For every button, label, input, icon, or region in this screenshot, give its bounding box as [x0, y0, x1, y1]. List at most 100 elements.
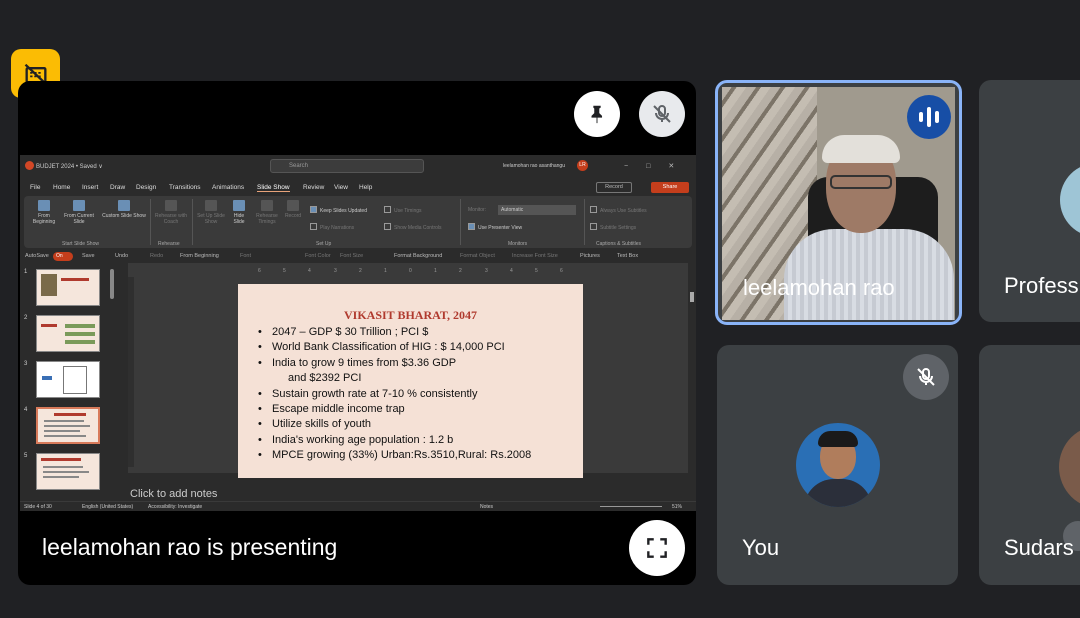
fullscreen-button[interactable] — [629, 520, 685, 576]
use-timings-checkbox[interactable]: Use Timings — [384, 206, 422, 214]
thumb-title — [41, 324, 57, 327]
accessibility-status[interactable]: Accessibility: Investigate — [148, 504, 202, 510]
font-color-button[interactable]: Font Color — [305, 253, 331, 259]
font-size-dropdown[interactable]: Font Size — [340, 253, 363, 259]
ppt-user-avatar[interactable]: LR — [577, 160, 588, 171]
participant-avatar — [1059, 425, 1080, 509]
slide-thumbnail[interactable] — [36, 361, 100, 398]
menu-animations[interactable]: Animations — [212, 184, 244, 191]
from-current-slide-button[interactable]: From Current Slide — [62, 200, 96, 225]
ppt-user-name: leelamohan rao asanthangu — [503, 163, 565, 169]
menu-slide-show[interactable]: Slide Show — [257, 184, 290, 192]
menu-view[interactable]: View — [334, 184, 348, 191]
horizontal-ruler: 6 5 4 3 2 1 0 1 2 3 4 5 6 — [138, 268, 694, 274]
scroll-thumb[interactable] — [690, 292, 694, 302]
meeting-screen: BUDJET 2024 • Saved ∨ Search leelamohan … — [0, 0, 1080, 618]
menu-file[interactable]: File — [30, 184, 40, 191]
set-up-slide-show-button[interactable]: Set Up Slide Show — [196, 200, 226, 225]
coach-icon — [165, 200, 177, 211]
record-button[interactable]: Record — [596, 182, 632, 193]
pictures-button[interactable]: Pictures — [580, 253, 600, 259]
rehearse-timings-button[interactable]: Rehearse Timings — [254, 200, 280, 225]
zoom-slider[interactable] — [600, 506, 662, 507]
subtitle-settings-dropdown[interactable]: Subtitle Settings — [590, 223, 636, 231]
pin-button[interactable] — [574, 91, 620, 137]
notes-toggle[interactable]: Notes — [480, 504, 493, 510]
rehearse-coach-button[interactable]: Rehearse with Coach — [154, 200, 188, 225]
menu-home[interactable]: Home — [53, 184, 70, 191]
custom-show-label: Custom Slide Show — [102, 213, 146, 219]
redo-button[interactable]: Redo — [150, 253, 163, 259]
slide-thumbnail[interactable] — [36, 269, 100, 306]
save-button[interactable]: Save — [82, 253, 95, 259]
keep-slides-updated-checkbox[interactable]: Keep Slides Updated — [310, 206, 367, 214]
slide-title: VIKASIT BHARAT, 2047 — [343, 308, 478, 322]
ruler-tick: 2 — [359, 268, 362, 274]
quick-access-toolbar: AutoSave On Save Undo Redo From Beginnin… — [20, 250, 696, 263]
canvas-scrollbar[interactable] — [690, 280, 695, 470]
ruler-tick: 1 — [384, 268, 387, 274]
thumb-content — [44, 435, 86, 437]
font-dropdown[interactable]: Font — [240, 253, 251, 259]
presenter-mic-off-button[interactable] — [639, 91, 685, 137]
menu-draw[interactable]: Draw — [110, 184, 125, 191]
menu-review[interactable]: Review — [303, 184, 324, 191]
record-ribbon-button[interactable]: Record — [282, 200, 304, 219]
from-beginning-button[interactable]: From Beginning — [28, 200, 60, 225]
qat-from-beginning-button[interactable]: From Beginning — [180, 253, 219, 259]
undo-button[interactable]: Undo — [115, 253, 128, 259]
custom-slide-show-button[interactable]: Custom Slide Show — [102, 200, 146, 219]
shared-screen-powerpoint: BUDJET 2024 • Saved ∨ Search leelamohan … — [20, 155, 696, 511]
language-status[interactable]: English (United States) — [82, 504, 133, 510]
slideshow-current-icon — [73, 200, 85, 211]
thumb-content — [63, 366, 87, 394]
format-background-button[interactable]: Format Background — [394, 253, 442, 259]
participant-tile-you[interactable]: You — [717, 345, 958, 585]
setup-icon — [205, 200, 217, 211]
always-use-subtitles-checkbox[interactable]: Always Use Subtitles — [590, 206, 647, 214]
menu-design[interactable]: Design — [136, 184, 156, 191]
play-narrations-checkbox[interactable]: Play Narrations — [310, 223, 354, 231]
thumb-number: 3 — [24, 361, 28, 367]
use-presenter-view-checkbox[interactable]: Use Presenter View — [468, 223, 522, 231]
group-set-up: Set Up — [316, 241, 332, 247]
timer-icon — [261, 200, 273, 211]
fullscreen-icon — [647, 538, 667, 558]
participant-name: Sudars — [1004, 535, 1074, 560]
hide-slide-button[interactable]: Hide Slide — [228, 200, 250, 225]
menu-transitions[interactable]: Transitions — [169, 184, 201, 191]
participant-tile-prof[interactable]: Profess — [979, 80, 1080, 322]
increase-font-size-button[interactable]: Increase Font Size — [512, 253, 558, 259]
ppt-search-placeholder: Search — [289, 163, 309, 169]
menu-help[interactable]: Help — [359, 184, 372, 191]
ruler-tick: 1 — [434, 268, 437, 274]
slide-thumbnail-selected[interactable] — [36, 407, 100, 444]
ribbon-divider — [584, 199, 585, 245]
thumb-scrollbar[interactable] — [110, 269, 114, 299]
monitor-dropdown[interactable]: Automatic — [498, 205, 576, 215]
notes-placeholder[interactable]: Click to add notes — [130, 488, 217, 500]
current-slide[interactable]: VIKASIT BHARAT, 2047 2047 – GDP $ 30 Tri… — [238, 284, 583, 478]
autosave-toggle[interactable]: On — [53, 252, 73, 261]
zoom-level[interactable]: 51% — [672, 504, 682, 510]
slide-thumbnail-panel: 1 2 3 4 5 — [20, 263, 128, 501]
show-media-controls-checkbox[interactable]: Show Media Controls — [384, 223, 442, 231]
ruler-tick: 6 — [560, 268, 563, 274]
window-controls[interactable]: −□✕ — [624, 162, 692, 170]
presentation-tile[interactable]: BUDJET 2024 • Saved ∨ Search leelamohan … — [18, 81, 696, 585]
slide-thumbnail[interactable] — [36, 453, 100, 490]
ppt-file-title: BUDJET 2024 • Saved ∨ — [36, 164, 103, 170]
you-mic-off-indicator[interactable] — [903, 354, 949, 400]
rehearse-coach-label: Rehearse with Coach — [155, 213, 187, 225]
participant-tile-presenter[interactable]: leelamohan rao — [715, 80, 962, 325]
format-object-button[interactable]: Format Object — [460, 253, 495, 259]
participant-tile-sud[interactable]: Sudars — [979, 345, 1080, 585]
text-box-button[interactable]: Text Box — [617, 253, 638, 259]
share-button[interactable]: Share — [651, 182, 689, 193]
ppt-search-box[interactable]: Search — [270, 159, 424, 173]
mic-off-icon — [653, 105, 671, 123]
slide-thumbnail[interactable] — [36, 315, 100, 352]
thumb-content — [44, 420, 84, 422]
ppt-menu-bar: File Home Insert Draw Design Transitions… — [20, 181, 696, 195]
menu-insert[interactable]: Insert — [82, 184, 98, 191]
